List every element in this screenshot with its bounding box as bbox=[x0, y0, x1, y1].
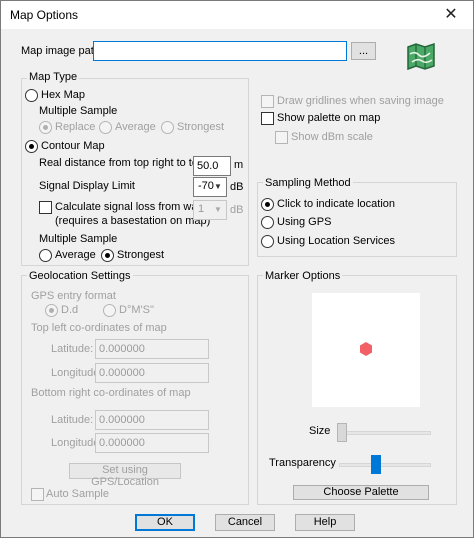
marker-hexagon-icon bbox=[360, 342, 372, 356]
hex-strongest-label: Strongest bbox=[177, 121, 225, 133]
gps-format-dms-label: D°M'S" bbox=[119, 304, 154, 316]
hex-multiple-sample-label: Multiple Sample bbox=[39, 105, 118, 117]
bottom-right-longitude-input[interactable] bbox=[95, 433, 209, 453]
hex-average-label: Average bbox=[115, 121, 156, 133]
signal-loss-value: 1 bbox=[198, 203, 205, 215]
sampling-click-radio[interactable] bbox=[261, 198, 274, 211]
bottom-right-coords-label: Bottom right co-ordinates of map bbox=[31, 387, 191, 399]
show-palette-label: Show palette on map bbox=[277, 112, 381, 124]
sampling-location-services-label: Using Location Services bbox=[277, 235, 396, 247]
close-icon[interactable]: ✕ bbox=[429, 1, 473, 29]
chevron-down-icon: ▼ bbox=[214, 182, 222, 191]
map-image-path-label: Map image path bbox=[21, 45, 100, 57]
contour-map-radio[interactable] bbox=[25, 140, 38, 153]
map-image-path-input[interactable] bbox=[93, 41, 347, 61]
chevron-down-icon: ▼ bbox=[214, 205, 222, 214]
contour-multiple-sample-label: Multiple Sample bbox=[39, 233, 118, 245]
geolocation-group-label: Geolocation Settings bbox=[27, 270, 133, 282]
sampling-gps-radio[interactable] bbox=[261, 216, 274, 229]
set-using-gps-button[interactable]: Set using GPS/Location bbox=[69, 463, 181, 488]
title-bar: Map Options ✕ bbox=[1, 1, 473, 29]
size-slider-track[interactable] bbox=[339, 431, 431, 435]
top-left-longitude-input[interactable] bbox=[95, 363, 209, 383]
hex-strongest-radio[interactable] bbox=[161, 121, 174, 134]
marker-options-group-label: Marker Options bbox=[263, 270, 343, 282]
contour-strongest-label: Strongest bbox=[117, 249, 165, 261]
sampling-location-services-radio[interactable] bbox=[261, 235, 274, 248]
show-dbm-scale-label: Show dBm scale bbox=[291, 131, 373, 143]
help-button[interactable]: Help bbox=[295, 514, 355, 531]
ok-button[interactable]: OK bbox=[135, 514, 195, 531]
bottom-right-latitude-label: Latitude: bbox=[51, 414, 94, 426]
hex-map-radio[interactable] bbox=[25, 89, 38, 102]
gps-format-decimal-radio[interactable] bbox=[45, 304, 58, 317]
show-palette-checkbox[interactable] bbox=[261, 112, 274, 125]
hex-map-label: Hex Map bbox=[41, 89, 86, 101]
size-slider-handle[interactable] bbox=[337, 423, 347, 442]
hex-replace-radio[interactable] bbox=[39, 121, 52, 134]
signal-display-limit-label: Signal Display Limit bbox=[39, 180, 135, 192]
marker-preview bbox=[312, 293, 420, 407]
transparency-slider-track[interactable] bbox=[339, 463, 431, 467]
draw-gridlines-checkbox[interactable] bbox=[261, 95, 274, 108]
calc-signal-loss-checkbox[interactable] bbox=[39, 201, 52, 214]
contour-strongest-radio[interactable] bbox=[101, 249, 114, 262]
real-distance-unit: m bbox=[234, 159, 244, 171]
gps-format-dms-radio[interactable] bbox=[103, 304, 116, 317]
signal-display-limit-unit: dB bbox=[230, 181, 244, 193]
show-dbm-scale-checkbox[interactable] bbox=[275, 131, 288, 144]
transparency-slider-handle[interactable] bbox=[371, 455, 382, 474]
signal-loss-select[interactable]: 1 ▼ bbox=[193, 200, 227, 220]
contour-average-radio[interactable] bbox=[39, 249, 52, 262]
auto-sample-label: Auto Sample bbox=[46, 488, 109, 500]
contour-map-label: Contour Map bbox=[41, 140, 105, 152]
gps-format-decimal-label: D.d bbox=[61, 304, 79, 316]
calc-signal-loss-sublabel: (requires a basestation on map) bbox=[55, 215, 211, 227]
auto-sample-checkbox[interactable] bbox=[31, 488, 44, 501]
window-title: Map Options bbox=[10, 8, 79, 22]
sampling-click-label: Click to indicate location bbox=[277, 198, 396, 210]
map-type-group-label: Map Type bbox=[27, 71, 80, 83]
choose-palette-button[interactable]: Choose Palette bbox=[293, 485, 429, 500]
top-left-latitude-input[interactable] bbox=[95, 339, 209, 359]
real-distance-input[interactable] bbox=[193, 156, 231, 176]
calc-signal-loss-label: Calculate signal loss from walls bbox=[55, 201, 208, 213]
transparency-label: Transparency bbox=[269, 457, 336, 469]
sampling-gps-label: Using GPS bbox=[277, 216, 332, 228]
sampling-method-group-label: Sampling Method bbox=[263, 177, 353, 189]
signal-loss-unit: dB bbox=[230, 204, 244, 216]
signal-display-limit-select[interactable]: -70 ▼ bbox=[193, 177, 227, 197]
gps-entry-format-label: GPS entry format bbox=[31, 290, 116, 302]
map-icon bbox=[407, 42, 435, 71]
top-left-coords-label: Top left co-ordinates of map bbox=[31, 322, 167, 334]
draw-gridlines-label: Draw gridlines when saving image bbox=[277, 95, 444, 107]
map-options-dialog: Map Options ✕ Map image path ... Map Typ… bbox=[0, 0, 474, 538]
browse-button[interactable]: ... bbox=[351, 42, 376, 60]
hex-average-radio[interactable] bbox=[99, 121, 112, 134]
bottom-right-latitude-input[interactable] bbox=[95, 410, 209, 430]
contour-average-label: Average bbox=[55, 249, 96, 261]
top-left-latitude-label: Latitude: bbox=[51, 343, 94, 355]
size-label: Size bbox=[309, 425, 331, 437]
hex-replace-label: Replace bbox=[55, 121, 96, 133]
cancel-button[interactable]: Cancel bbox=[215, 514, 275, 531]
